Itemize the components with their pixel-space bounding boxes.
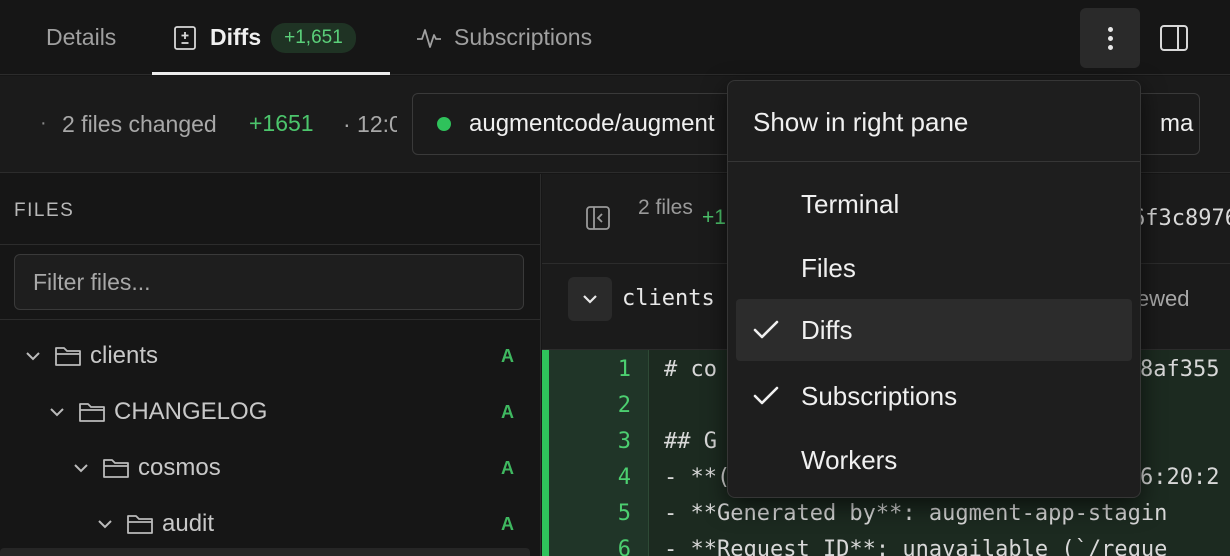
tree-folder-row[interactable]: CHANGELOG A bbox=[0, 384, 541, 440]
collapse-sidebar-icon[interactable] bbox=[584, 204, 612, 232]
branch-selector[interactable]: ma bbox=[1140, 93, 1200, 155]
tree-folder-name: clients bbox=[90, 342, 159, 369]
tree-folder-row[interactable]: cosmos A bbox=[0, 440, 541, 496]
menu-item-label: Workers bbox=[801, 444, 898, 475]
additions-count: +1651 bbox=[249, 110, 314, 136]
chevron-down-icon bbox=[98, 520, 112, 529]
folder-icon bbox=[103, 459, 129, 478]
line-content-tail: 6:20:2 bbox=[1140, 465, 1220, 490]
menu-item-diffs[interactable]: Diffs bbox=[736, 299, 1132, 361]
line-number: 5 bbox=[617, 501, 631, 526]
commit-hash: 6f3c8976 bbox=[1132, 206, 1230, 231]
tab-subscriptions[interactable]: Subscriptions bbox=[416, 0, 592, 75]
kebab-dot bbox=[1107, 35, 1113, 41]
chevron-down-icon bbox=[26, 352, 40, 361]
more-options-button[interactable] bbox=[1080, 8, 1140, 68]
tree-folder-name: cosmos bbox=[138, 454, 221, 481]
check-icon bbox=[753, 386, 779, 405]
tab-diffs[interactable]: Diffs +1,651 bbox=[152, 0, 390, 75]
divider bbox=[0, 319, 541, 320]
line-content-tail: 8af355 bbox=[1140, 357, 1220, 382]
diff-files-count: 2 files bbox=[638, 196, 693, 219]
branch-name: ma bbox=[1160, 110, 1194, 137]
diffs-count-badge: +1,651 bbox=[271, 22, 356, 53]
chevron-down-icon bbox=[74, 464, 88, 473]
repo-name: augmentcode/augment bbox=[469, 110, 715, 137]
kebab-dot bbox=[1107, 26, 1113, 32]
tab-details[interactable]: Details bbox=[46, 0, 116, 75]
check-icon bbox=[753, 320, 779, 339]
activity-icon bbox=[417, 28, 441, 48]
divider bbox=[0, 244, 541, 245]
tree-folder-row[interactable]: audit A bbox=[0, 496, 541, 552]
menu-item-files[interactable]: Files bbox=[736, 237, 1132, 299]
diff-icon bbox=[174, 25, 196, 50]
kebab-dot bbox=[1107, 44, 1113, 50]
tab-details-label: Details bbox=[46, 24, 117, 50]
line-number: 2 bbox=[617, 393, 631, 418]
tab-diffs-label: Diffs bbox=[210, 24, 262, 50]
menu-item-terminal[interactable]: Terminal bbox=[736, 173, 1132, 235]
diff-line: 6 - **Request ID**: unavailable (`/reque bbox=[542, 532, 1230, 556]
menu-item-label: Subscriptions bbox=[801, 380, 958, 411]
folder-icon bbox=[79, 403, 105, 422]
tree-folder-row[interactable]: clients A bbox=[0, 328, 541, 384]
folder-icon bbox=[127, 515, 153, 534]
summary-separator: · bbox=[40, 112, 47, 134]
tree-folder-name: CHANGELOG bbox=[114, 398, 268, 425]
toggle-right-panel-icon[interactable] bbox=[1156, 20, 1192, 56]
line-number: 3 bbox=[617, 429, 631, 454]
line-content: # co bbox=[664, 357, 717, 382]
file-status-badge: A bbox=[501, 513, 514, 534]
line-number: 4 bbox=[617, 465, 631, 490]
line-content: - **( bbox=[664, 465, 731, 490]
divider bbox=[728, 161, 1140, 162]
tree-folder-name: audit bbox=[162, 510, 215, 537]
status-dot-icon bbox=[437, 117, 451, 131]
tab-bar: Details Diffs +1,651 Subscriptions bbox=[0, 0, 1230, 75]
tab-subscriptions-label: Subscriptions bbox=[454, 24, 593, 50]
file-status-badge: A bbox=[501, 457, 514, 478]
line-number: 6 bbox=[617, 537, 631, 556]
files-heading: FILES bbox=[14, 200, 75, 221]
timestamp: · 12:0 bbox=[343, 111, 397, 137]
files-changed-count: 2 files changed bbox=[62, 111, 217, 137]
diff-line: 5 - **Generated by**: augment-app-stagin bbox=[542, 496, 1230, 532]
right-pane-menu: Show in right pane Terminal Files Diffs … bbox=[727, 80, 1141, 498]
menu-item-subscriptions[interactable]: Subscriptions bbox=[736, 365, 1132, 427]
menu-item-label: Files bbox=[801, 252, 856, 283]
files-sidebar: FILES clients A CHANGELOG A cosmos A aud… bbox=[0, 174, 541, 556]
filter-files-input[interactable] bbox=[14, 254, 524, 310]
file-status-badge: A bbox=[501, 401, 514, 422]
repo-selector[interactable]: augmentcode/augment bbox=[412, 93, 742, 155]
line-content: ## G bbox=[664, 429, 717, 454]
collapse-file-button[interactable] bbox=[568, 277, 612, 321]
chevron-down-icon bbox=[583, 295, 597, 304]
line-number: 1 bbox=[617, 357, 631, 382]
diff-file-name: clients bbox=[622, 286, 715, 311]
menu-item-workers[interactable]: Workers bbox=[736, 429, 1132, 491]
menu-item-label: Terminal bbox=[801, 188, 900, 219]
menu-item-label: Diffs bbox=[801, 314, 853, 345]
line-content: - **Generated by**: augment-app-stagin bbox=[664, 501, 1168, 526]
chevron-down-icon bbox=[50, 408, 64, 417]
folder-icon bbox=[55, 347, 81, 366]
line-content: - **Request ID**: unavailable (`/reque bbox=[664, 537, 1168, 556]
diff-additions: +1 bbox=[702, 206, 726, 229]
file-status-badge: A bbox=[501, 345, 514, 366]
tree-row-partial[interactable] bbox=[0, 548, 530, 556]
menu-title: Show in right pane bbox=[753, 107, 969, 137]
